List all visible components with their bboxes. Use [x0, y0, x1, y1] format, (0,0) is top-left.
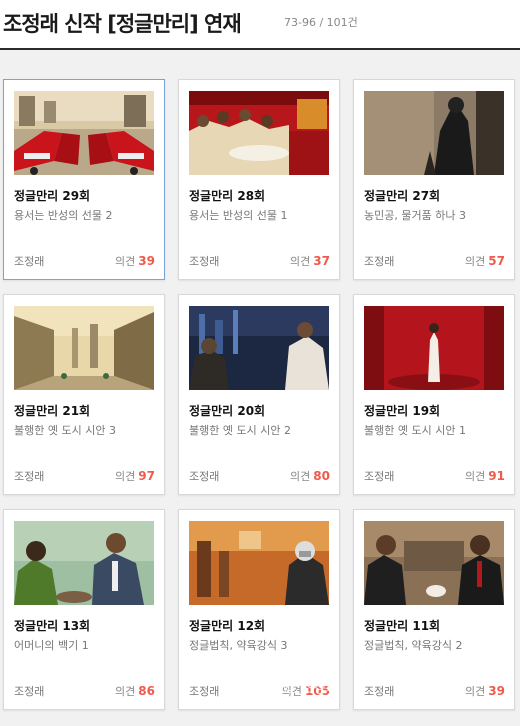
episode-thumbnail[interactable]	[14, 306, 154, 390]
episode-title[interactable]: 정글만리 28회	[189, 187, 265, 204]
episode-subtitle: 용서는 반성의 선물 2	[14, 209, 113, 222]
comment-number: 86	[138, 684, 155, 698]
episode-card[interactable]: 정글만리 11회 정글법칙, 약육강식 2 조정래 의견 39	[353, 509, 515, 710]
comment-count: 의견 39	[465, 683, 505, 699]
comment-number: 80	[313, 469, 330, 483]
episode-card[interactable]: 정글만리 29회 용서는 반성의 선물 2 조정래 의견 39	[3, 79, 165, 280]
episode-author: 조정래	[14, 685, 45, 698]
episode-author: 조정래	[189, 685, 220, 698]
episode-subtitle: 불행한 옛 도시 시안 3	[14, 424, 116, 437]
episode-author: 조정래	[14, 470, 45, 483]
episode-title[interactable]: 정글만리 20회	[189, 402, 265, 419]
episode-title[interactable]: 정글만리 21회	[14, 402, 90, 419]
episode-author: 조정래	[189, 255, 220, 268]
episode-author: 조정래	[14, 255, 45, 268]
comment-count: 의견 57	[465, 253, 505, 269]
comment-count: 의견 39	[115, 253, 155, 269]
city-street-illustration	[14, 306, 154, 390]
episode-thumbnail[interactable]	[189, 91, 329, 175]
comment-number: 37	[313, 254, 330, 268]
comment-label: 의견	[465, 685, 486, 698]
episode-subtitle: 어머니의 백기 1	[14, 639, 89, 652]
comment-label: 의견	[115, 685, 136, 698]
episode-subtitle: 정글법칙, 약육강식 3	[189, 639, 288, 652]
two-people-illustration	[14, 521, 154, 605]
result-count: 73-96 / 101건	[284, 16, 358, 29]
episode-card[interactable]: 정글만리 19회 불행한 옛 도시 시안 1 조정래 의견 91	[353, 294, 515, 495]
banquet-illustration	[189, 91, 329, 175]
comment-number: 39	[488, 684, 505, 698]
factory-illustration	[189, 521, 329, 605]
comment-count: 의견 86	[115, 683, 155, 699]
red-stage-illustration	[364, 306, 504, 390]
comment-label: 의견	[115, 255, 136, 268]
episode-author: 조정래	[364, 255, 395, 268]
men-suits-illustration	[364, 521, 504, 605]
episode-title[interactable]: 정글만리 11회	[364, 617, 440, 634]
episode-title[interactable]: 정글만리 27회	[364, 187, 440, 204]
comment-label: 의견	[465, 255, 486, 268]
comment-label: 의견	[465, 470, 486, 483]
comment-count: 의견 97	[115, 468, 155, 484]
episode-subtitle: 불행한 옛 도시 시안 2	[189, 424, 291, 437]
episode-subtitle: 불행한 옛 도시 시안 1	[364, 424, 466, 437]
page-header: 조정래 신작 [정글만리] 연재 73-96 / 101건	[0, 0, 520, 50]
comment-count: 의견 91	[465, 468, 505, 484]
comment-number: 57	[488, 254, 505, 268]
dark-figure-illustration	[364, 91, 504, 175]
episode-title[interactable]: 정글만리 13회	[14, 617, 90, 634]
comment-count: 의견 80	[290, 468, 330, 484]
night-city-illustration	[189, 306, 329, 390]
episode-thumbnail[interactable]	[364, 521, 504, 605]
comment-number: 91	[488, 469, 505, 483]
episode-thumbnail[interactable]	[364, 306, 504, 390]
episode-card[interactable]: 정글만리 20회 불행한 옛 도시 시안 2 조정래 의견 80	[178, 294, 340, 495]
episode-card[interactable]: 정글만리 21회 불행한 옛 도시 시안 3 조정래 의견 97	[3, 294, 165, 495]
episode-title[interactable]: 정글만리 12회	[189, 617, 265, 634]
episode-author: 조정래	[364, 685, 395, 698]
comment-count: 의견 37	[290, 253, 330, 269]
episode-card[interactable]: 정글만리 13회 어머니의 백기 1 조정래 의견 86	[3, 509, 165, 710]
episode-author: 조정래	[189, 470, 220, 483]
episode-subtitle: 정글법칙, 약육강식 2	[364, 639, 463, 652]
episode-author: 조정래	[364, 470, 395, 483]
copyright-watermark: © 조정래	[282, 681, 340, 697]
episode-thumbnail[interactable]	[14, 521, 154, 605]
episode-thumbnail[interactable]	[14, 91, 154, 175]
episode-card[interactable]: 정글만리 27회 농민공, 물거품 하나 3 조정래 의견 57	[353, 79, 515, 280]
episode-subtitle: 용서는 반성의 선물 1	[189, 209, 288, 222]
comment-label: 의견	[115, 470, 136, 483]
comment-number: 39	[138, 254, 155, 268]
episode-card[interactable]: 정글만리 28회 용서는 반성의 선물 1 조정래 의견 37	[178, 79, 340, 280]
red-cars-illustration	[14, 91, 154, 175]
episode-thumbnail[interactable]	[189, 306, 329, 390]
episode-title[interactable]: 정글만리 19회	[364, 402, 440, 419]
episode-thumbnail[interactable]	[189, 521, 329, 605]
comment-label: 의견	[290, 255, 311, 268]
episode-subtitle: 농민공, 물거품 하나 3	[364, 209, 466, 222]
page-title: 조정래 신작 [정글만리] 연재	[3, 12, 242, 36]
comment-number: 97	[138, 469, 155, 483]
comment-label: 의견	[290, 470, 311, 483]
episode-title[interactable]: 정글만리 29회	[14, 187, 90, 204]
episode-thumbnail[interactable]	[364, 91, 504, 175]
